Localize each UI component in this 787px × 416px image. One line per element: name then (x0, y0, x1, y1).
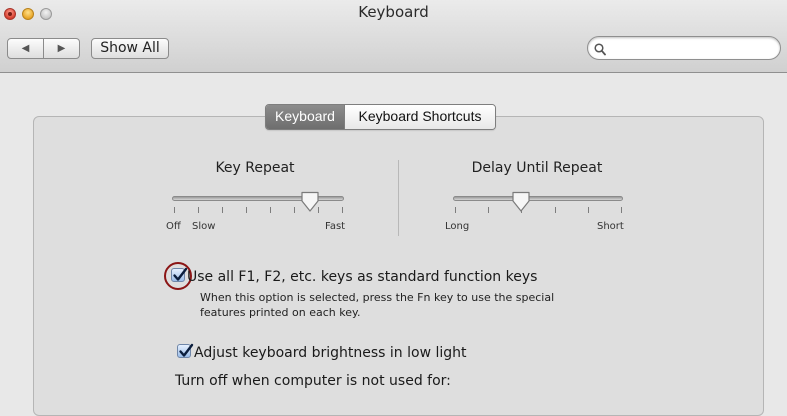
show-all-button[interactable]: Show All (91, 38, 169, 59)
slider-tick (270, 207, 271, 213)
search-input[interactable] (610, 39, 774, 59)
key-repeat-fast-label: Fast (325, 221, 346, 232)
navigation-segment: ◀ ▶ (7, 38, 80, 59)
brightness-checkbox[interactable] (177, 343, 194, 358)
delay-long-label: Long (445, 221, 470, 232)
search-field[interactable] (587, 36, 781, 60)
slider-tick (342, 207, 343, 213)
slider-tick (621, 207, 622, 213)
key-repeat-title: Key Repeat (215, 160, 295, 176)
window-title: Keyboard (358, 3, 429, 21)
slider-tick (222, 207, 223, 213)
tab-keyboard[interactable]: Keyboard (266, 105, 344, 129)
checkmark-icon (179, 343, 194, 357)
checkmark-icon (173, 267, 188, 281)
fn-keys-note-line2: features printed on each key. (200, 306, 361, 319)
slider-tick (246, 207, 247, 213)
fn-keys-label[interactable]: Use all F1, F2, etc. keys as standard fu… (187, 269, 537, 285)
tab-bar: Keyboard Keyboard Shortcuts (265, 104, 496, 130)
brightness-label[interactable]: Adjust keyboard brightness in low light (194, 345, 467, 361)
slider-tick (174, 207, 175, 213)
turn-off-label: Turn off when computer is not used for: (175, 373, 451, 389)
forward-button[interactable]: ▶ (44, 39, 79, 58)
slider-tick (587, 207, 589, 213)
back-button[interactable]: ◀ (8, 39, 44, 58)
forward-arrow-icon: ▶ (57, 43, 66, 54)
slider-thumb[interactable] (300, 191, 320, 217)
delay-short-label: Short (597, 221, 624, 232)
slider-tick (554, 207, 556, 213)
tab-keyboard-shortcuts[interactable]: Keyboard Shortcuts (344, 105, 495, 129)
slider-tick (488, 207, 490, 213)
key-repeat-off-label: Off (166, 221, 181, 232)
delay-until-repeat-title: Delay Until Repeat (471, 160, 603, 176)
key-repeat-slow-label: Slow (192, 221, 216, 232)
search-icon (594, 41, 606, 60)
slider-tick (455, 207, 456, 213)
back-arrow-icon: ◀ (21, 43, 30, 54)
fn-keys-note-line1: When this option is selected, press the … (200, 291, 555, 304)
slider-track[interactable] (453, 196, 623, 201)
slider-tick (294, 207, 295, 213)
slider-divider (398, 160, 399, 236)
slider-thumb[interactable] (511, 191, 531, 217)
fn-keys-checkbox[interactable] (171, 267, 188, 282)
slider-tick (198, 207, 199, 213)
window-titlebar: Keyboard ◀ ▶ Show All (0, 0, 787, 73)
